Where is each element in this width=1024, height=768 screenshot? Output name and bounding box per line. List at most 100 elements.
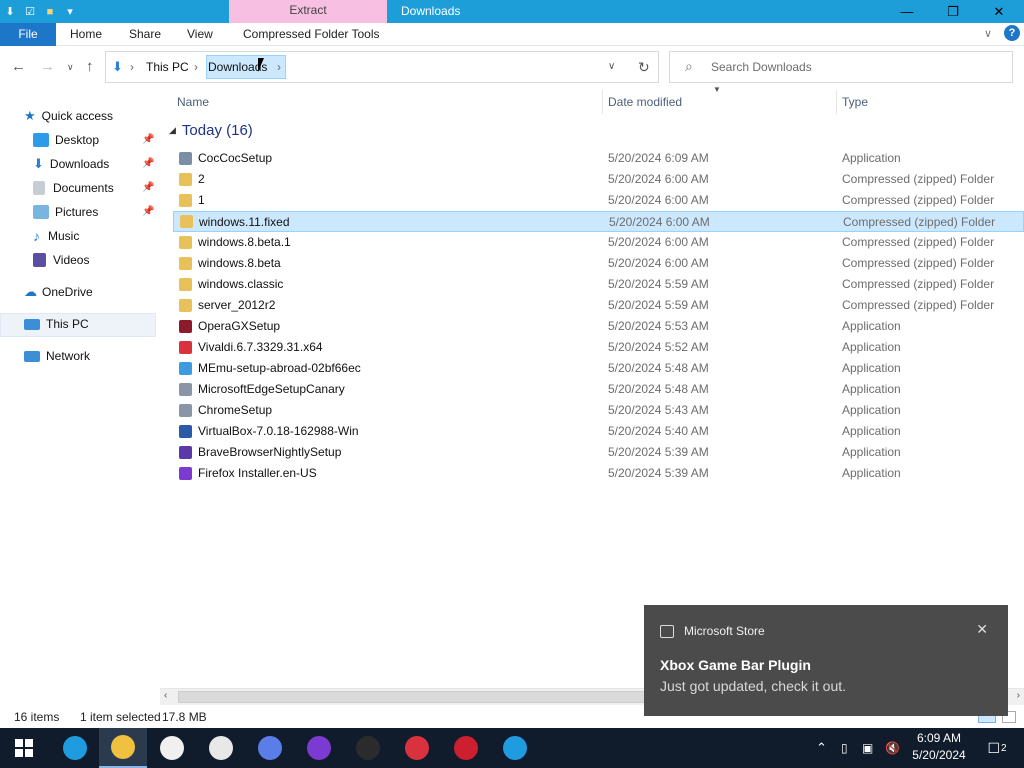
- file-date-modified: 5/20/2024 6:00 AM: [608, 193, 709, 207]
- sidebar-item-network[interactable]: Network: [24, 345, 90, 367]
- refresh-icon[interactable]: ↻: [638, 52, 650, 82]
- file-date-modified: 5/20/2024 6:09 AM: [608, 151, 709, 165]
- address-bar[interactable]: ⬇ › This PC › Downloads › ∨ ↻: [105, 51, 659, 83]
- taskbar-app-button[interactable]: [344, 728, 392, 768]
- sidebar-item-documents[interactable]: Documents 📌: [33, 177, 154, 199]
- file-row[interactable]: OperaGXSetup 5/20/2024 5:53 AM Application: [160, 316, 1024, 337]
- pin-icon[interactable]: 📌: [142, 177, 154, 199]
- forward-arrow-icon[interactable]: →: [40, 58, 55, 75]
- back-arrow-icon[interactable]: ←: [11, 58, 26, 75]
- column-header-type[interactable]: Type: [842, 90, 868, 114]
- file-row[interactable]: BraveBrowserNightlySetup 5/20/2024 5:39 A…: [160, 442, 1024, 463]
- pin-icon[interactable]: 📌: [142, 153, 154, 175]
- zip-folder-icon: [179, 236, 192, 249]
- window-title: Downloads: [401, 4, 461, 18]
- up-arrow-icon[interactable]: ↑: [86, 58, 94, 75]
- file-row[interactable]: Vivaldi.6.7.3329.31.x64 5/20/2024 5:52 AM…: [160, 337, 1024, 358]
- file-row[interactable]: windows.classic 5/20/2024 5:59 AM Compress…: [160, 274, 1024, 295]
- edge-canary-icon: [503, 736, 527, 760]
- scroll-right-icon[interactable]: ›: [1017, 690, 1020, 701]
- sidebar-item-videos[interactable]: Videos: [33, 249, 89, 271]
- pin-icon[interactable]: 📌: [142, 201, 154, 223]
- sidebar-item-pictures[interactable]: Pictures 📌: [33, 201, 154, 223]
- file-row[interactable]: windows.8.beta 5/20/2024 6:00 AM Compresse…: [160, 253, 1024, 274]
- sidebar-item-label: Videos: [53, 253, 90, 267]
- column-header-name[interactable]: Name: [177, 90, 209, 114]
- sidebar-item-downloads[interactable]: ⬇ Downloads 📌: [33, 153, 154, 175]
- breadcrumb-chevron-icon[interactable]: ›: [194, 52, 198, 82]
- file-row[interactable]: ChromeSetup 5/20/2024 5:43 AM Application: [160, 400, 1024, 421]
- file-row[interactable]: server_2012r2 5/20/2024 5:59 AM Compressed…: [160, 295, 1024, 316]
- sidebar-item-music[interactable]: ♪ Music: [33, 225, 79, 247]
- file-row[interactable]: VirtualBox-7.0.18-162988-Win 5/20/2024 5:…: [160, 421, 1024, 442]
- minimize-button[interactable]: —: [884, 0, 930, 23]
- taskbar-app-button[interactable]: [51, 728, 99, 768]
- tab-file[interactable]: File: [0, 23, 56, 46]
- column-separator[interactable]: [836, 90, 837, 114]
- sidebar-item-quick-access[interactable]: ★ Quick access: [24, 105, 113, 127]
- toast-close-icon[interactable]: ✕: [976, 621, 988, 638]
- tab-home[interactable]: Home: [70, 23, 102, 46]
- taskbar-clock[interactable]: 6:09 AM 5/20/2024: [905, 730, 973, 764]
- start-button[interactable]: [0, 728, 48, 768]
- scroll-left-icon[interactable]: ‹: [164, 690, 167, 701]
- file-row[interactable]: 1 5/20/2024 6:00 AM Compressed (zipped) Fo…: [160, 190, 1024, 211]
- extract-context-tab[interactable]: Extract: [229, 0, 387, 23]
- file-row[interactable]: CocCocSetup 5/20/2024 6:09 AM Application: [160, 148, 1024, 169]
- file-row[interactable]: MEmu-setup-abroad-02bf66ec 5/20/2024 5:48…: [160, 358, 1024, 379]
- show-hidden-icons-icon[interactable]: ⌃: [816, 728, 827, 768]
- customize-toolbar-icon[interactable]: ▾: [60, 0, 80, 23]
- tab-compressed-folder-tools[interactable]: Compressed Folder Tools: [243, 23, 380, 46]
- file-row[interactable]: windows.11.fixed 5/20/2024 6:00 AM Compres…: [173, 211, 1024, 232]
- taskbar-app-button[interactable]: [393, 728, 441, 768]
- column-header-date-modified[interactable]: Date modified: [608, 90, 682, 114]
- pictures-icon: [33, 205, 49, 219]
- search-box[interactable]: ⌕ Search Downloads: [669, 51, 1013, 83]
- pin-icon[interactable]: 📌: [142, 129, 154, 151]
- new-folder-icon[interactable]: ■: [40, 0, 60, 23]
- file-row[interactable]: MicrosoftEdgeSetupCanary 5/20/2024 5:48 A…: [160, 379, 1024, 400]
- file-row[interactable]: 2 5/20/2024 6:00 AM Compressed (zipped) Fo…: [160, 169, 1024, 190]
- group-header-today[interactable]: ◢ Today (16): [169, 122, 253, 139]
- file-type: Application: [842, 361, 901, 375]
- file-row[interactable]: windows.8.beta.1 5/20/2024 6:00 AM Compres…: [160, 232, 1024, 253]
- collapse-group-icon[interactable]: ◢: [169, 125, 176, 135]
- group-label: Today (16): [181, 122, 253, 139]
- taskbar-app-button[interactable]: [246, 728, 294, 768]
- search-input[interactable]: Search Downloads: [711, 52, 812, 82]
- close-button[interactable]: ✕: [976, 0, 1022, 23]
- taskbar-app-button[interactable]: [491, 728, 539, 768]
- file-name: MEmu-setup-abroad-02bf66ec: [198, 361, 361, 375]
- breadcrumb-this-pc[interactable]: This PC: [146, 52, 189, 82]
- breadcrumb-chevron-icon[interactable]: ›: [130, 52, 134, 82]
- file-row[interactable]: Firefox Installer.en-US 5/20/2024 5:39 AM…: [160, 463, 1024, 484]
- address-history-icon[interactable]: ∨: [608, 52, 615, 82]
- file-type: Compressed (zipped) Folder: [842, 235, 995, 249]
- taskbar-app-button[interactable]: [442, 728, 490, 768]
- taskbar-app-button[interactable]: [295, 728, 343, 768]
- properties-icon[interactable]: ☑: [20, 0, 40, 23]
- taskbar-app-button[interactable]: [99, 728, 147, 768]
- restore-button[interactable]: ❐: [930, 0, 976, 23]
- sidebar-item-label: Desktop: [55, 133, 100, 147]
- sidebar-item-this-pc[interactable]: This PC: [24, 313, 89, 335]
- taskbar-app-button[interactable]: [148, 728, 196, 768]
- sidebar-item-onedrive[interactable]: ☁ OneDrive: [24, 281, 93, 303]
- toast-notification[interactable]: Microsoft Store ✕ Xbox Game Bar Plugin J…: [644, 605, 1008, 716]
- expand-ribbon-icon[interactable]: ∨: [984, 27, 992, 40]
- sidebar-item-desktop[interactable]: Desktop 📌: [33, 129, 154, 151]
- file-date-modified: 5/20/2024 5:53 AM: [608, 319, 709, 333]
- column-separator[interactable]: [602, 90, 603, 114]
- tablet-mode-icon[interactable]: ▯: [841, 728, 848, 768]
- taskbar-app-button[interactable]: [197, 728, 245, 768]
- action-center-button[interactable]: ☐ 2: [982, 728, 1012, 768]
- scrollbar-thumb[interactable]: [178, 691, 658, 703]
- tab-share[interactable]: Share: [129, 23, 161, 46]
- network-status-icon[interactable]: ▣: [862, 728, 873, 768]
- tab-view[interactable]: View: [187, 23, 213, 46]
- breadcrumb-chevron-icon[interactable]: ›: [277, 52, 281, 82]
- recent-locations-icon[interactable]: ∨: [67, 62, 74, 73]
- help-icon[interactable]: ?: [1004, 25, 1020, 41]
- volume-muted-icon[interactable]: 🔇: [885, 728, 900, 768]
- zip-folder-icon: [179, 173, 192, 186]
